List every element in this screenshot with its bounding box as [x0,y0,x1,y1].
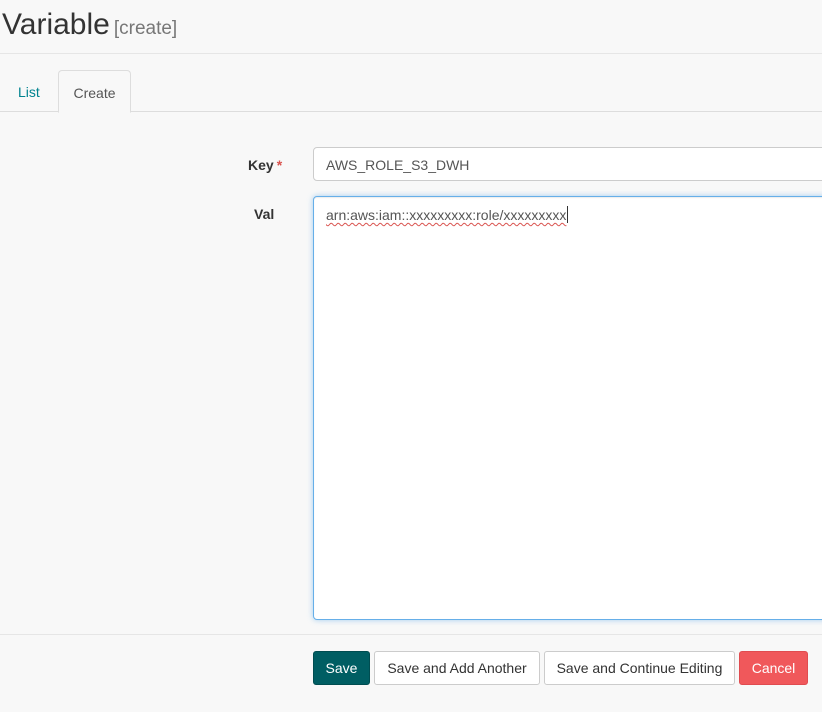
key-input[interactable]: AWS_ROLE_S3_DWH [313,147,822,181]
key-label: Key * [248,157,282,173]
save-button[interactable]: Save [313,651,370,685]
val-label: Val [254,206,275,222]
val-textarea-text: arn:aws:iam::xxxxxxxxx:role/xxxxxxxxx [326,207,567,223]
required-marker: * [276,157,283,173]
save-and-continue-editing-button[interactable]: Save and Continue Editing [544,651,735,685]
tab-list[interactable]: List [3,70,55,112]
save-and-add-another-button[interactable]: Save and Add Another [374,651,540,685]
tab-create[interactable]: Create [58,70,131,113]
page-title-text: Variable [2,8,110,41]
page-header: Variable [create] [0,0,822,54]
page-subtitle: [create] [113,18,178,39]
key-label-text: Key [248,157,274,173]
val-textarea[interactable]: arn:aws:iam::xxxxxxxxx:role/xxxxxxxxx [313,196,822,620]
cancel-button[interactable]: Cancel [739,651,808,685]
text-caret [567,206,569,223]
page-title: Variable [create] [2,5,177,49]
tab-bar: List Create [0,70,822,113]
